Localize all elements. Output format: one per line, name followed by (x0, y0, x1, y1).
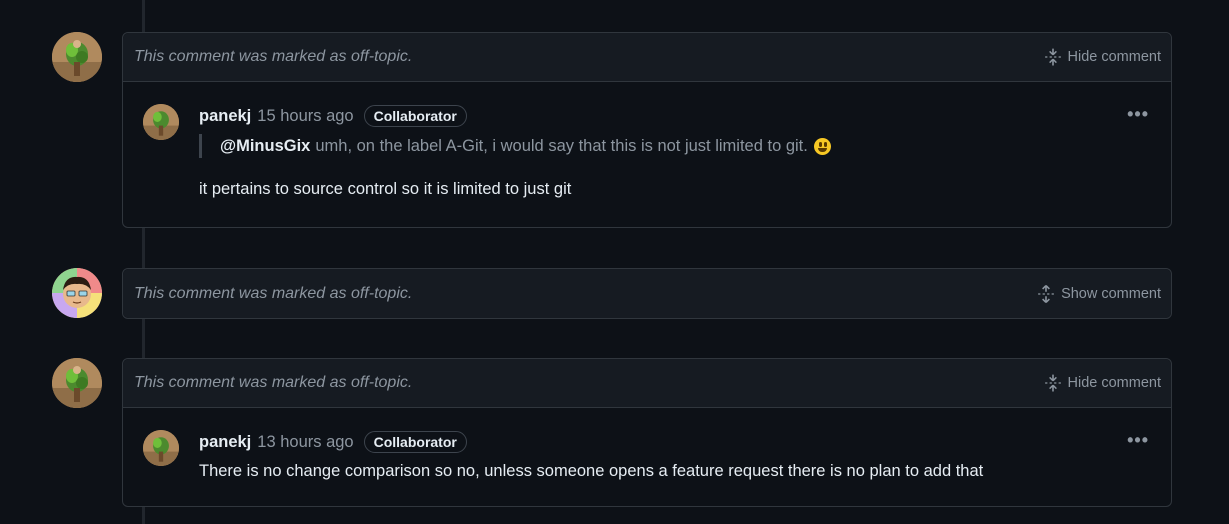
hide-comment-label: Hide comment (1067, 375, 1161, 391)
comment-card: This comment was marked as off-topic. Hi… (122, 358, 1172, 507)
timestamp-link[interactable]: 13 hours ago (257, 433, 353, 452)
kebab-horizontal-icon[interactable]: ••• (1127, 104, 1149, 125)
comment-meta: panekj 13 hours ago Collaborator (199, 430, 1151, 454)
author-link[interactable]: panekj (199, 107, 251, 126)
fold-icon (1044, 374, 1061, 392)
avatar-plant-icon (52, 32, 102, 82)
offtopic-label: This comment was marked as off-topic. (134, 48, 413, 65)
timestamp-link[interactable]: 15 hours ago (257, 107, 353, 126)
mention-link[interactable]: @MinusGix (220, 137, 310, 156)
comment-text: it pertains to source control so it is l… (199, 180, 572, 198)
unfold-icon (1038, 284, 1054, 303)
avatar-plant-icon (143, 104, 179, 140)
quote-text: umh, on the label A-Git, i would say tha… (315, 136, 808, 155)
offtopic-label: This comment was marked as off-topic. (134, 374, 413, 391)
comment-card: This comment was marked as off-topic. Hi… (122, 32, 1172, 228)
hide-comment-button[interactable]: Hide comment (1044, 374, 1161, 392)
blockquote: @MinusGix umh, on the label A-Git, i wou… (199, 134, 1151, 158)
avatar-plant-icon (143, 430, 179, 466)
show-comment-button[interactable]: Show comment (1037, 284, 1161, 303)
avatar[interactable] (52, 268, 102, 318)
author-avatar[interactable] (143, 430, 179, 466)
comment-card: This comment was marked as off-topic. Sh… (122, 268, 1172, 319)
kebab-horizontal-icon[interactable]: ••• (1127, 430, 1149, 451)
hide-comment-button[interactable]: Hide comment (1044, 48, 1161, 66)
avatar[interactable] (52, 358, 102, 408)
fold-icon (1044, 48, 1061, 66)
avatar-plant-icon (52, 358, 102, 408)
comment-text: There is no change comparison so no, unl… (199, 462, 984, 480)
author-avatar[interactable] (143, 104, 179, 140)
show-comment-label: Show comment (1061, 285, 1161, 302)
author-link[interactable]: panekj (199, 433, 251, 452)
comment-body: panekj 15 hours ago Collaborator ••• @Mi… (123, 82, 1171, 227)
comment-header: This comment was marked as off-topic. Hi… (123, 359, 1171, 408)
smiley-emoji-icon (813, 137, 831, 155)
avatar[interactable] (52, 32, 102, 82)
collaborator-badge: Collaborator (363, 431, 467, 453)
hide-comment-label: Hide comment (1067, 49, 1161, 65)
comment-body: panekj 13 hours ago Collaborator ••• The… (123, 408, 1171, 506)
comment-meta: panekj 15 hours ago Collaborator (199, 104, 1151, 128)
avatar-cartoon-icon (52, 268, 102, 318)
comment-header: This comment was marked as off-topic. Hi… (123, 33, 1171, 82)
comment-header: This comment was marked as off-topic. Sh… (123, 269, 1171, 318)
offtopic-label: This comment was marked as off-topic. (134, 284, 413, 302)
collaborator-badge: Collaborator (363, 105, 467, 127)
